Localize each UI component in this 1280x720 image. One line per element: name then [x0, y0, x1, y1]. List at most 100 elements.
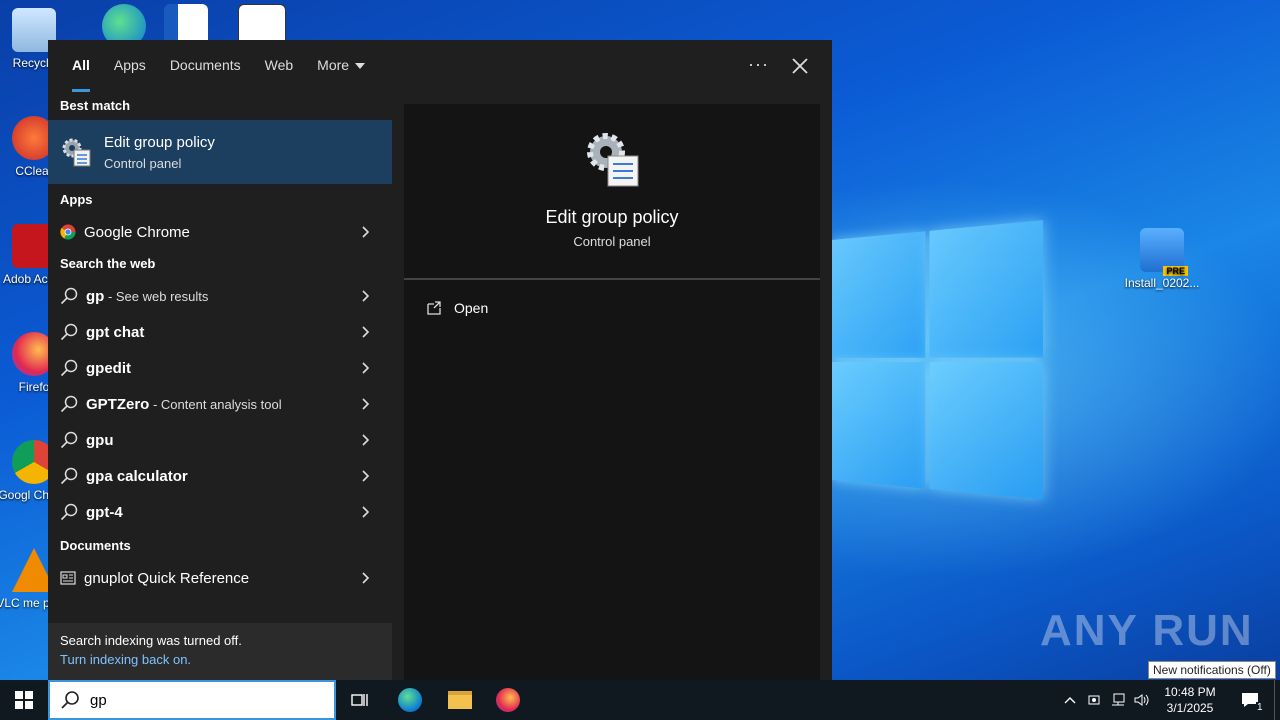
web-results: gp - See web results gpt chat gpedit GPTZer…	[48, 278, 392, 530]
best-match-item[interactable]: Edit group policy Control panel	[48, 120, 392, 184]
chevron-right-icon[interactable]	[360, 326, 372, 338]
app-item-google-chrome[interactable]: Google Chrome	[48, 214, 392, 250]
show-hidden-icons[interactable]	[1058, 680, 1082, 720]
open-action[interactable]: Open	[404, 280, 820, 336]
taskbar-search-box[interactable]	[48, 680, 336, 720]
web-result-label: gpt-4	[86, 504, 123, 521]
section-apps: Apps	[60, 192, 93, 207]
preview-pane: Edit group policy Control panel Open	[404, 104, 820, 680]
web-result-item[interactable]: gpu	[48, 422, 392, 458]
web-result-label: GPTZero - Content analysis tool	[86, 396, 282, 413]
document-item-label: gnuplot Quick Reference	[84, 569, 250, 587]
web-result-query: gpu	[86, 431, 114, 449]
tab-more-label: More	[317, 57, 350, 73]
system-tray: 10:48 PM 3/1/2025 1	[1058, 680, 1280, 720]
app-item-label: Google Chrome	[84, 223, 190, 241]
web-result-item[interactable]: gp - See web results	[48, 278, 392, 314]
group-policy-large-icon	[587, 133, 639, 187]
search-icon	[60, 395, 78, 413]
installer-icon: PRE	[1140, 228, 1188, 276]
search-icon	[61, 691, 79, 709]
web-result-item[interactable]: gpa calculator	[48, 458, 392, 494]
folder-icon	[448, 691, 472, 709]
chevron-right-icon[interactable]	[360, 226, 372, 238]
windows-start-icon	[15, 691, 33, 709]
web-result-label: gpa calculator	[86, 468, 188, 485]
show-desktop-button[interactable]	[1274, 680, 1280, 720]
search-panel: All Apps Documents Web More ··· Best mat…	[48, 40, 832, 680]
task-view-button[interactable]	[336, 680, 384, 720]
web-result-label: gpedit	[86, 360, 131, 377]
desktop-icon-label: Firefo	[18, 380, 50, 394]
web-result-label: gpt chat	[86, 324, 144, 341]
open-external-icon	[427, 301, 441, 315]
task-view-icon	[351, 694, 368, 706]
desktop-icon-install[interactable]: PRE Install_0202...	[1122, 228, 1202, 290]
taskbar-edge-button[interactable]	[386, 680, 434, 720]
chevron-right-icon[interactable]	[360, 506, 372, 518]
notification-tooltip: New notifications (Off)	[1148, 661, 1276, 679]
search-icon	[60, 287, 78, 305]
notification-center-button[interactable]: 1	[1226, 680, 1274, 720]
open-action-label: Open	[454, 300, 489, 316]
web-result-query: gpt-4	[86, 503, 123, 521]
tab-web[interactable]: Web	[253, 40, 306, 92]
web-result-query: gpedit	[86, 359, 131, 377]
document-item-gnuplot[interactable]: gnuplot Quick Reference	[48, 560, 392, 596]
tab-all[interactable]: All	[60, 40, 102, 92]
tab-documents[interactable]: Documents	[158, 40, 253, 92]
web-result-suffix: - Content analysis tool	[149, 396, 282, 412]
network-icon[interactable]	[1106, 680, 1130, 720]
tab-more[interactable]: More	[305, 40, 377, 92]
best-match-title: Edit group policy	[104, 133, 215, 151]
clock[interactable]: 10:48 PM 3/1/2025	[1154, 684, 1226, 716]
search-input[interactable]	[90, 691, 310, 709]
search-icon	[60, 323, 78, 341]
clock-date: 3/1/2025	[1166, 701, 1214, 715]
taskbar: 10:48 PM 3/1/2025 1	[0, 680, 1280, 720]
taskbar-firefox-button[interactable]	[484, 680, 532, 720]
search-icon	[60, 359, 78, 377]
caret-down-icon	[355, 63, 366, 70]
preview-title: Edit group policy	[545, 207, 679, 227]
web-result-query: gpt chat	[86, 323, 145, 341]
firefox-icon	[496, 688, 520, 712]
search-tabs: All Apps Documents Web More ···	[48, 40, 832, 92]
web-result-item[interactable]: gpedit	[48, 350, 392, 386]
chevron-right-icon[interactable]	[360, 434, 372, 446]
tab-apps[interactable]: Apps	[102, 40, 158, 92]
anyrun-watermark: ANY RUN	[1040, 606, 1254, 655]
group-policy-icon	[62, 138, 91, 167]
search-icon	[60, 503, 78, 521]
section-documents: Documents	[60, 538, 131, 553]
search-icon	[60, 467, 78, 485]
taskbar-file-explorer-button[interactable]	[436, 680, 484, 720]
web-result-suffix: - See web results	[104, 288, 209, 304]
chevron-right-icon[interactable]	[360, 362, 372, 374]
close-icon[interactable]	[788, 54, 812, 78]
preview-header: Edit group policy Control panel	[404, 104, 820, 280]
chevron-right-icon[interactable]	[360, 572, 372, 584]
more-options-icon[interactable]: ···	[748, 40, 769, 92]
start-button[interactable]	[0, 680, 48, 720]
web-result-item[interactable]: GPTZero - Content analysis tool	[48, 386, 392, 422]
web-result-item[interactable]: gpt chat	[48, 314, 392, 350]
indexing-notice-text: Search indexing was turned off.	[60, 633, 242, 648]
desktop-icon-label: Install_0202...	[1124, 276, 1200, 290]
section-best-match: Best match	[60, 98, 131, 113]
meet-now-icon[interactable]	[1082, 680, 1106, 720]
indexing-notice: Search indexing was turned off. Turn ind…	[48, 623, 392, 680]
clock-time: 10:48 PM	[1164, 685, 1216, 699]
edge-icon	[398, 688, 422, 712]
web-result-query: GPTZero	[86, 395, 150, 413]
web-result-label: gp - See web results	[86, 288, 208, 305]
turn-indexing-on-link[interactable]: Turn indexing back on.	[60, 652, 380, 667]
web-result-item[interactable]: gpt-4	[48, 494, 392, 530]
chevron-right-icon[interactable]	[360, 290, 372, 302]
chevron-right-icon[interactable]	[360, 398, 372, 410]
chrome-icon	[60, 224, 76, 240]
chevron-right-icon[interactable]	[360, 470, 372, 482]
web-result-query: gp	[86, 287, 105, 305]
search-results-list: Best match Edit group policy Control pan…	[48, 92, 392, 680]
volume-icon[interactable]	[1130, 680, 1154, 720]
